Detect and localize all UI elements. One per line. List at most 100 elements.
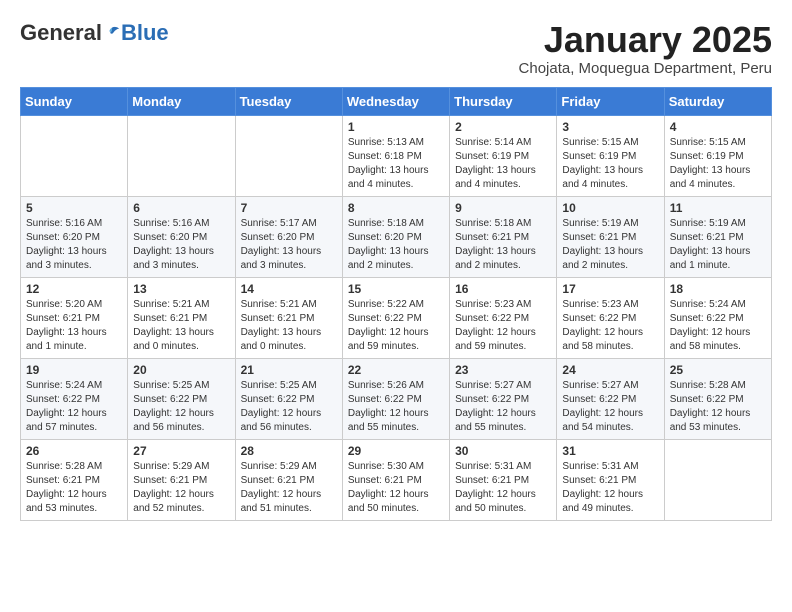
day-info: Sunrise: 5:23 AM Sunset: 6:22 PM Dayligh… xyxy=(455,298,551,354)
calendar-cell: 29Sunrise: 5:30 AM Sunset: 6:21 PM Dayli… xyxy=(342,439,449,520)
day-number: 25 xyxy=(670,363,766,377)
title-block: January 2025 Chojata, Moquegua Departmen… xyxy=(519,20,772,77)
calendar-cell: 30 Sunrise: 5:31 AM Sunset: 6:21 PM Dayli… xyxy=(450,439,557,520)
day-number: 29 xyxy=(348,444,444,458)
calendar-cell xyxy=(664,439,771,520)
calendar-cell: 18 Sunrise: 5:24 AM Sunset: 6:22 PM Dayli… xyxy=(664,277,771,358)
weekday-header-saturday: Saturday xyxy=(664,87,771,115)
calendar-cell: 23 Sunrise: 5:27 AM Sunset: 6:22 PM Dayli… xyxy=(450,358,557,439)
calendar-cell: 2 Sunrise: 5:14 AM Sunset: 6:19 PM Daylig… xyxy=(450,115,557,196)
weekday-header-thursday: Thursday xyxy=(450,87,557,115)
logo-general-text: General xyxy=(20,20,102,46)
day-info: Sunrise: 5:16 AM Sunset: 6:20 PM Dayligh… xyxy=(133,217,229,273)
calendar-cell: 12Sunrise: 5:20 AM Sunset: 6:21 PM Dayli… xyxy=(21,277,128,358)
weekday-header-wednesday: Wednesday xyxy=(342,87,449,115)
day-number: 1 xyxy=(348,120,444,134)
weekday-header-tuesday: Tuesday xyxy=(235,87,342,115)
day-info: Sunrise: 5:28 AM Sunset: 6:22 PM Dayligh… xyxy=(670,379,766,435)
calendar-cell: 10 Sunrise: 5:19 AM Sunset: 6:21 PM Dayli… xyxy=(557,196,664,277)
day-info: Sunrise: 5:18 AM Sunset: 6:20 PM Dayligh… xyxy=(348,217,444,273)
day-number: 11 xyxy=(670,201,766,215)
day-number: 9 xyxy=(455,201,551,215)
day-number: 22 xyxy=(348,363,444,377)
day-number: 5 xyxy=(26,201,122,215)
day-info: Sunrise: 5:24 AM Sunset: 6:22 PM Dayligh… xyxy=(670,298,766,354)
day-info: Sunrise: 5:25 AM Sunset: 6:22 PM Dayligh… xyxy=(133,379,229,435)
day-number: 18 xyxy=(670,282,766,296)
day-number: 23 xyxy=(455,363,551,377)
calendar-cell xyxy=(128,115,235,196)
day-number: 28 xyxy=(241,444,337,458)
day-info: Sunrise: 5:25 AM Sunset: 6:22 PM Dayligh… xyxy=(241,379,337,435)
day-info: Sunrise: 5:13 AM Sunset: 6:18 PM Dayligh… xyxy=(348,136,444,192)
weekday-header-friday: Friday xyxy=(557,87,664,115)
calendar-cell: 27Sunrise: 5:29 AM Sunset: 6:21 PM Dayli… xyxy=(128,439,235,520)
day-number: 17 xyxy=(562,282,658,296)
calendar-cell: 22 Sunrise: 5:26 AM Sunset: 6:22 PM Dayli… xyxy=(342,358,449,439)
day-number: 6 xyxy=(133,201,229,215)
logo: General Blue xyxy=(20,20,169,46)
weekday-header-row: SundayMondayTuesdayWednesdayThursdayFrid… xyxy=(21,87,772,115)
calendar-cell: 20 Sunrise: 5:25 AM Sunset: 6:22 PM Dayli… xyxy=(128,358,235,439)
day-number: 19 xyxy=(26,363,122,377)
day-number: 15 xyxy=(348,282,444,296)
week-row-4: 19 Sunrise: 5:24 AM Sunset: 6:22 PM Dayli… xyxy=(21,358,772,439)
calendar-cell xyxy=(21,115,128,196)
day-number: 12 xyxy=(26,282,122,296)
day-number: 3 xyxy=(562,120,658,134)
day-info: Sunrise: 5:15 AM Sunset: 6:19 PM Dayligh… xyxy=(562,136,658,192)
day-info: Sunrise: 5:26 AM Sunset: 6:22 PM Dayligh… xyxy=(348,379,444,435)
day-number: 21 xyxy=(241,363,337,377)
calendar-cell: 9 Sunrise: 5:18 AM Sunset: 6:21 PM Daylig… xyxy=(450,196,557,277)
day-info: Sunrise: 5:18 AM Sunset: 6:21 PM Dayligh… xyxy=(455,217,551,273)
day-info: Sunrise: 5:21 AM Sunset: 6:21 PM Dayligh… xyxy=(241,298,337,354)
day-number: 10 xyxy=(562,201,658,215)
day-number: 26 xyxy=(26,444,122,458)
day-number: 16 xyxy=(455,282,551,296)
calendar-cell: 28 Sunrise: 5:29 AM Sunset: 6:21 PM Dayli… xyxy=(235,439,342,520)
calendar-cell: 3 Sunrise: 5:15 AM Sunset: 6:19 PM Daylig… xyxy=(557,115,664,196)
day-info: Sunrise: 5:16 AM Sunset: 6:20 PM Dayligh… xyxy=(26,217,122,273)
calendar-cell: 6 Sunrise: 5:16 AM Sunset: 6:20 PM Daylig… xyxy=(128,196,235,277)
calendar-cell: 16 Sunrise: 5:23 AM Sunset: 6:22 PM Dayli… xyxy=(450,277,557,358)
week-row-5: 26 Sunrise: 5:28 AM Sunset: 6:21 PM Dayli… xyxy=(21,439,772,520)
day-number: 13 xyxy=(133,282,229,296)
calendar-cell: 5 Sunrise: 5:16 AM Sunset: 6:20 PM Daylig… xyxy=(21,196,128,277)
day-number: 2 xyxy=(455,120,551,134)
calendar-cell: 8 Sunrise: 5:18 AM Sunset: 6:20 PM Daylig… xyxy=(342,196,449,277)
calendar-cell: 14 Sunrise: 5:21 AM Sunset: 6:21 PM Dayli… xyxy=(235,277,342,358)
day-info: Sunrise: 5:28 AM Sunset: 6:21 PM Dayligh… xyxy=(26,460,122,516)
week-row-1: 1 Sunrise: 5:13 AM Sunset: 6:18 PM Daylig… xyxy=(21,115,772,196)
calendar-cell xyxy=(235,115,342,196)
day-info: Sunrise: 5:29 AM Sunset: 6:21 PM Dayligh… xyxy=(241,460,337,516)
day-info: Sunrise: 5:31 AM Sunset: 6:21 PM Dayligh… xyxy=(562,460,658,516)
day-number: 27 xyxy=(133,444,229,458)
calendar-cell: 15 Sunrise: 5:22 AM Sunset: 6:22 PM Dayli… xyxy=(342,277,449,358)
day-info: Sunrise: 5:24 AM Sunset: 6:22 PM Dayligh… xyxy=(26,379,122,435)
day-info: Sunrise: 5:27 AM Sunset: 6:22 PM Dayligh… xyxy=(562,379,658,435)
day-number: 14 xyxy=(241,282,337,296)
calendar-cell: 4 Sunrise: 5:15 AM Sunset: 6:19 PM Daylig… xyxy=(664,115,771,196)
day-info: Sunrise: 5:31 AM Sunset: 6:21 PM Dayligh… xyxy=(455,460,551,516)
calendar-cell: 11 Sunrise: 5:19 AM Sunset: 6:21 PM Dayli… xyxy=(664,196,771,277)
week-row-3: 12Sunrise: 5:20 AM Sunset: 6:21 PM Dayli… xyxy=(21,277,772,358)
day-info: Sunrise: 5:14 AM Sunset: 6:19 PM Dayligh… xyxy=(455,136,551,192)
calendar-cell: 25 Sunrise: 5:28 AM Sunset: 6:22 PM Dayli… xyxy=(664,358,771,439)
day-number: 20 xyxy=(133,363,229,377)
calendar-cell: 7Sunrise: 5:17 AM Sunset: 6:20 PM Daylig… xyxy=(235,196,342,277)
day-number: 31 xyxy=(562,444,658,458)
day-info: Sunrise: 5:19 AM Sunset: 6:21 PM Dayligh… xyxy=(670,217,766,273)
day-info: Sunrise: 5:19 AM Sunset: 6:21 PM Dayligh… xyxy=(562,217,658,273)
calendar-cell: 13Sunrise: 5:21 AM Sunset: 6:21 PM Dayli… xyxy=(128,277,235,358)
day-number: 8 xyxy=(348,201,444,215)
day-info: Sunrise: 5:15 AM Sunset: 6:19 PM Dayligh… xyxy=(670,136,766,192)
day-info: Sunrise: 5:23 AM Sunset: 6:22 PM Dayligh… xyxy=(562,298,658,354)
day-number: 4 xyxy=(670,120,766,134)
logo-blue-text: Blue xyxy=(121,20,169,46)
calendar-cell: 17 Sunrise: 5:23 AM Sunset: 6:22 PM Dayli… xyxy=(557,277,664,358)
day-info: Sunrise: 5:27 AM Sunset: 6:22 PM Dayligh… xyxy=(455,379,551,435)
day-info: Sunrise: 5:22 AM Sunset: 6:22 PM Dayligh… xyxy=(348,298,444,354)
day-info: Sunrise: 5:17 AM Sunset: 6:20 PM Dayligh… xyxy=(241,217,337,273)
day-number: 30 xyxy=(455,444,551,458)
weekday-header-sunday: Sunday xyxy=(21,87,128,115)
